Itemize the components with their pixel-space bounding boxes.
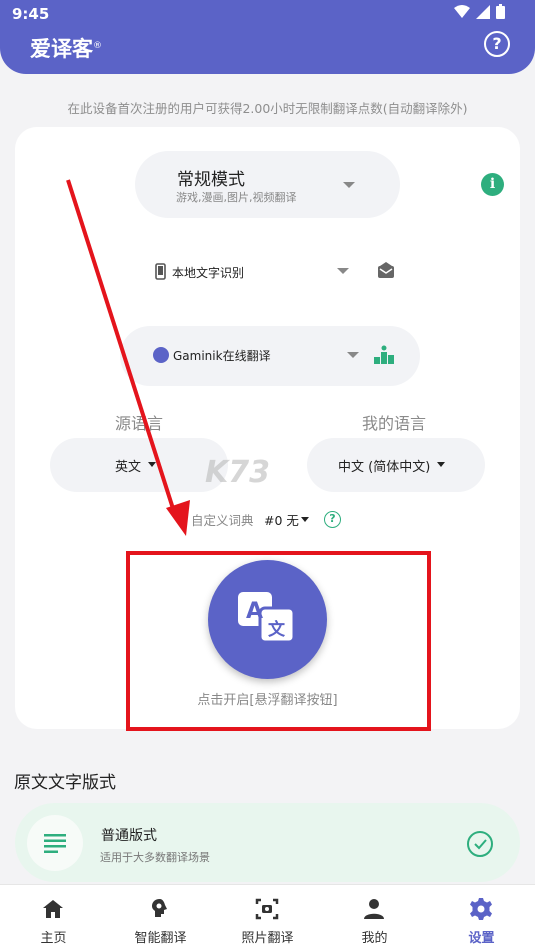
translator-selector[interactable]: Gaminik在线翻译 (120, 326, 420, 386)
status-icons (454, 4, 505, 19)
status-time: 9:45 (12, 5, 50, 23)
chevron-down-icon (148, 462, 156, 467)
ranking-icon[interactable] (373, 345, 395, 365)
tab-label: 智能翻译 (134, 931, 187, 946)
help-icon[interactable]: ? (484, 31, 510, 57)
gear-icon (470, 898, 492, 920)
mode-title: 常规模式 (177, 170, 245, 190)
chevron-down-icon (437, 462, 445, 467)
tab-photo-translate[interactable]: 照片翻译 (214, 885, 321, 951)
source-language-selector[interactable]: 英文 (50, 438, 228, 492)
tab-label: 设置 (468, 931, 495, 946)
signal-icon (476, 4, 490, 19)
layout-option-normal[interactable]: 普通版式 适用于大多数翻译场景 (15, 803, 520, 882)
target-language-heading: 我的语言 (362, 414, 427, 433)
translator-label: Gaminik在线翻译 (173, 349, 271, 363)
mode-selector[interactable]: 常规模式 游戏,漫画,图片,视频翻译 (135, 151, 400, 218)
svg-text:A: A (246, 599, 263, 624)
float-button-caption: 点击开启[悬浮翻译按钮] (197, 693, 338, 708)
tab-label: 主页 (40, 931, 67, 946)
watermark: K73 (205, 455, 270, 490)
ocr-selector[interactable]: 本地文字识别 (155, 257, 405, 287)
text-lines-icon (27, 815, 83, 871)
dictionary-label: 自定义词典 (191, 513, 254, 528)
translate-icon: A 文 (238, 592, 296, 644)
tab-settings[interactable]: 设置 (428, 885, 535, 951)
layout-option-desc: 适用于大多数翻译场景 (100, 851, 210, 864)
app-title: 爱译客® (30, 37, 102, 61)
dictionary-selector[interactable]: #0 无 (264, 510, 299, 529)
brain-icon (152, 899, 167, 917)
check-circle-icon (467, 831, 493, 857)
tab-profile[interactable]: 我的 (321, 885, 428, 951)
source-language-value: 英文 (115, 460, 142, 475)
info-icon[interactable]: i (481, 173, 504, 196)
tab-label: 我的 (361, 931, 388, 946)
phone-icon (155, 263, 166, 280)
gaminik-logo-icon (153, 347, 169, 363)
mode-subtitle: 游戏,漫画,图片,视频翻译 (176, 191, 297, 204)
chevron-down-icon (343, 182, 355, 188)
mail-settings-icon[interactable] (377, 262, 395, 279)
tab-label: 照片翻译 (241, 931, 294, 946)
help-icon[interactable]: ? (324, 511, 341, 528)
float-translate-button[interactable]: A 文 (208, 560, 327, 679)
source-language-heading: 源语言 (115, 414, 164, 433)
chevron-down-icon (301, 517, 309, 522)
registration-notice: 在此设备首次注册的用户可获得2.00小时无限制翻译点数(自动翻译除外) (67, 101, 468, 116)
battery-icon (496, 4, 505, 19)
chevron-down-icon (337, 268, 349, 274)
target-language-selector[interactable]: 中文 (简体中文) (307, 438, 485, 492)
ocr-label: 本地文字识别 (172, 266, 245, 280)
target-language-value: 中文 (简体中文) (338, 460, 431, 475)
svg-text:文: 文 (268, 619, 286, 640)
person-icon (364, 899, 384, 919)
tab-home[interactable]: 主页 (0, 885, 107, 951)
tab-smart-translate[interactable]: 智能翻译 (107, 885, 214, 951)
camera-scan-icon (255, 898, 279, 920)
chevron-down-icon (347, 352, 359, 358)
layout-section-title: 原文文字版式 (14, 773, 116, 793)
bottom-tab-bar: 主页 智能翻译 照片翻译 我的 设置 (0, 884, 535, 951)
home-icon (43, 900, 63, 918)
layout-option-name: 普通版式 (101, 828, 157, 844)
app-header: 9:45 爱译客® ? (0, 0, 535, 74)
wifi-icon (454, 4, 470, 18)
